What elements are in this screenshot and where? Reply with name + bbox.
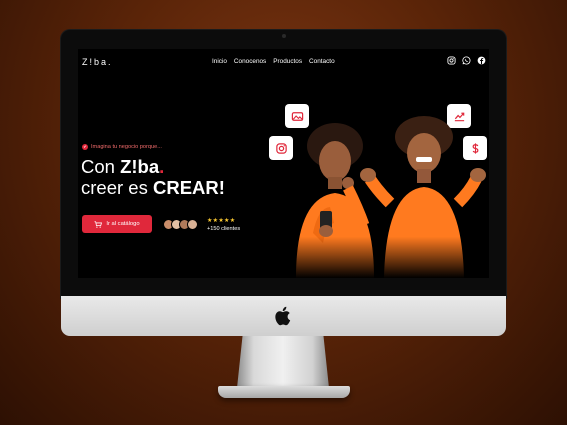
nav-link-productos[interactable]: Productos <box>273 58 302 65</box>
cart-icon <box>94 220 103 228</box>
headline-line-1: Con Z!ba. <box>81 156 225 177</box>
avatar <box>187 219 198 230</box>
nav-link-conocenos[interactable]: Conocenos <box>234 58 266 65</box>
headline-brand: Z!ba <box>120 156 160 177</box>
hero-image <box>278 113 489 278</box>
clients-count: +150 clientes <box>207 226 241 232</box>
whatsapp-icon[interactable] <box>462 56 471 65</box>
rating-stars: ★★★★★ <box>207 218 236 224</box>
nav-link-contacto[interactable]: Contacto <box>309 58 335 65</box>
check-icon: ✔ <box>82 144 88 150</box>
hero-headline: Con Z!ba. creer es CREAR! <box>81 156 225 198</box>
facebook-icon[interactable] <box>477 56 486 65</box>
catalog-button[interactable]: Ir al catálogo <box>82 215 152 233</box>
hero-tagline: ✔ Imagina tu negocio porque... <box>82 144 162 150</box>
headline-dot: . <box>159 156 165 177</box>
camera <box>282 34 286 38</box>
headline-line-2: creer es CREAR! <box>81 177 225 198</box>
monitor-bezel: Z!ba. Inicio Conocenos Productos Contact… <box>61 30 506 298</box>
headline-line2-prefix: creer es <box>81 177 153 198</box>
instagram-icon[interactable] <box>447 56 456 65</box>
website-screen: Z!ba. Inicio Conocenos Productos Contact… <box>78 49 489 278</box>
client-avatars <box>163 219 198 230</box>
site-logo[interactable]: Z!ba. <box>82 57 113 67</box>
monitor-chin <box>61 296 506 336</box>
monitor-stand-neck <box>237 336 329 388</box>
nav-link-inicio[interactable]: Inicio <box>212 58 227 65</box>
main-nav: Inicio Conocenos Productos Contacto <box>212 58 335 65</box>
catalog-button-label: Ir al catálogo <box>106 221 140 227</box>
headline-line2-bold: CREAR! <box>152 177 225 198</box>
headline-prefix: Con <box>81 156 121 177</box>
apple-logo-icon <box>275 306 291 326</box>
monitor-stand-base <box>218 386 350 398</box>
tagline-text: Imagina tu negocio porque... <box>91 144 162 150</box>
social-links <box>447 56 486 65</box>
client-rating: ★★★★★ +150 clientes <box>207 218 240 232</box>
